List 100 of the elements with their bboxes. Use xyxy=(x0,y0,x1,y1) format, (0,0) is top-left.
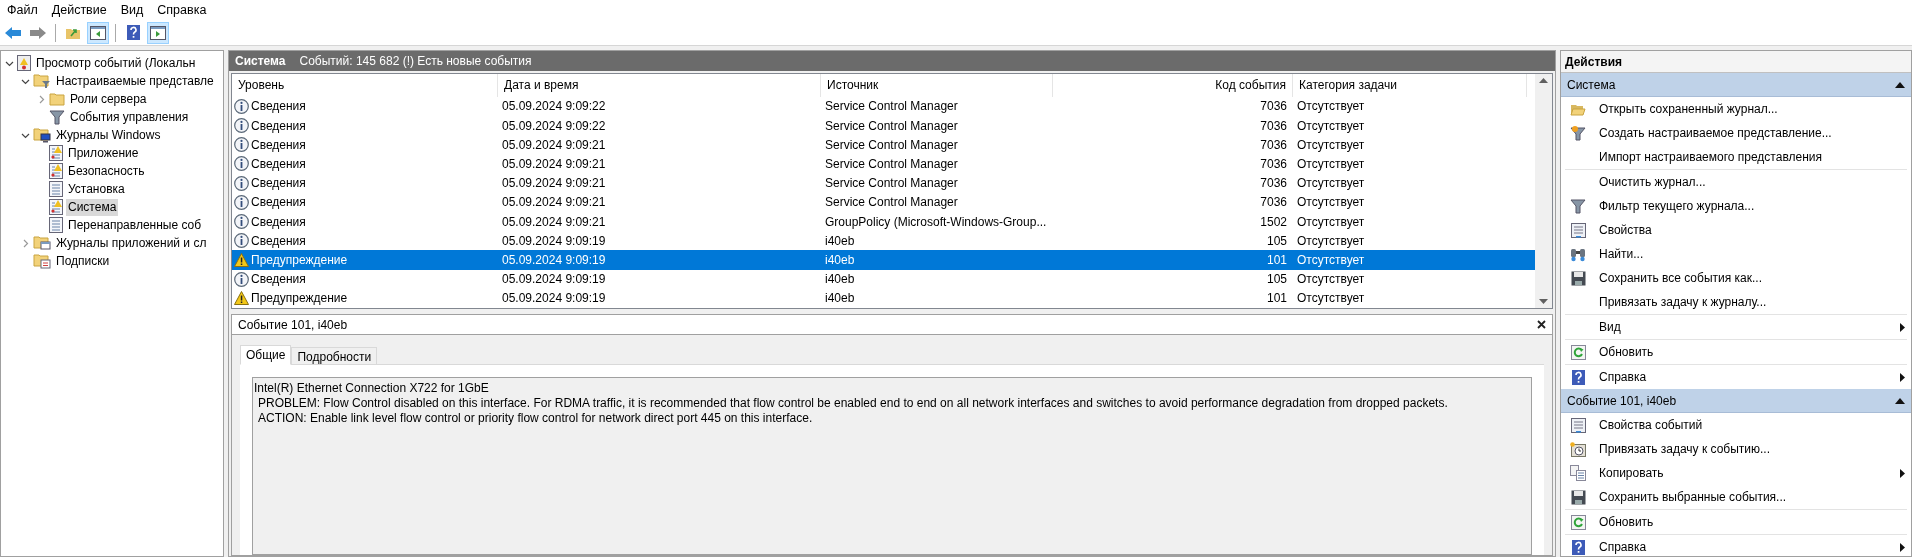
collapse-caret-icon[interactable] xyxy=(1895,397,1905,404)
action-item[interactable]: Обновить xyxy=(1565,510,1907,534)
table-cell-text: Отсутствует xyxy=(1297,252,1365,269)
table-cell-text: Отсутствует xyxy=(1297,290,1365,308)
action-item[interactable]: Сохранить все события как... xyxy=(1565,266,1907,290)
table-cell-text: i40eb xyxy=(825,271,855,289)
action-item[interactable]: Свойства событий xyxy=(1565,413,1907,437)
table-row[interactable]: Сведения 05.09.2024 9:09:21 Service Control Manager 7036 Отсутствует xyxy=(232,135,1535,155)
binoculars-icon xyxy=(1570,246,1586,262)
action-item[interactable]: Привязать задачу к журналу... xyxy=(1565,290,1907,314)
action-item[interactable]: Вид xyxy=(1565,315,1907,339)
folder-computer-icon xyxy=(33,127,51,143)
scroll-down-icon[interactable] xyxy=(1539,299,1548,305)
action-item[interactable]: Открыть сохраненный журнал... xyxy=(1565,97,1907,121)
tree-item[interactable]: Настраиваемые представле xyxy=(54,72,216,90)
table-row[interactable]: Сведения 05.09.2024 9:09:22 Service Control Manager 7036 Отсутствует xyxy=(232,116,1535,136)
menu-item[interactable]: Файл xyxy=(1,0,44,20)
column-header[interactable]: Источник xyxy=(821,74,1053,97)
column-header[interactable]: Категория задачи xyxy=(1293,74,1527,97)
tree-item[interactable]: Журналы приложений и сл xyxy=(54,234,209,252)
scroll-up-icon[interactable] xyxy=(1539,77,1548,83)
menu-item[interactable]: Действие xyxy=(45,0,113,20)
close-icon[interactable] xyxy=(1537,320,1546,329)
menu-item[interactable]: Вид xyxy=(114,0,150,20)
table-cell-text: 7036 xyxy=(1260,156,1287,173)
pane-toggle-icon xyxy=(150,25,166,40)
table-cell-text: Отсутствует xyxy=(1297,194,1365,212)
action-item[interactable]: Справка xyxy=(1565,365,1907,389)
table-cell-text: 05.09.2024 9:09:22 xyxy=(502,117,606,135)
table-cell-text: 05.09.2024 9:09:19 xyxy=(502,252,606,269)
tree-item[interactable]: Приложение xyxy=(66,144,141,162)
table-cell-text: 05.09.2024 9:09:22 xyxy=(502,98,606,116)
table-cell-text: 05.09.2024 9:09:21 xyxy=(502,156,606,173)
refresh-icon xyxy=(1570,344,1586,360)
table-cell-text: 05.09.2024 9:09:19 xyxy=(502,290,606,308)
table-row[interactable]: Сведения 05.09.2024 9:09:19 i40eb 105 Отсутствует xyxy=(232,269,1535,289)
table-row[interactable]: Сведения 05.09.2024 9:09:21 Service Control Manager 7036 Отсутствует xyxy=(232,173,1535,193)
menu-item[interactable]: Справка xyxy=(151,0,213,20)
description-line: ACTION: Enable link level flow control or priority flow control for network direct port 445 on this interface. xyxy=(257,411,814,426)
action-item[interactable]: Очистить журнал... xyxy=(1565,170,1907,194)
toolbar-button[interactable] xyxy=(87,21,109,44)
tree-item[interactable]: Роли сервера xyxy=(68,90,149,108)
group-title: Событие 101, i40eb xyxy=(1567,392,1677,410)
tab[interactable]: Общие xyxy=(240,345,292,365)
table-cell-text: Сведения xyxy=(251,117,306,135)
log-warning-icon xyxy=(49,163,63,179)
event-count: Событий: 145 682 (!) Есть новые события xyxy=(299,53,532,70)
collapse-caret-icon[interactable] xyxy=(1895,81,1905,88)
table-cell-text: 05.09.2024 9:09:21 xyxy=(502,194,606,212)
table-cell-text: 105 xyxy=(1266,271,1287,289)
table-row[interactable]: Сведения 05.09.2024 9:09:21 Service Control Manager 7036 Отсутствует xyxy=(232,154,1535,174)
action-item[interactable]: Привязать задачу к событию... xyxy=(1565,437,1907,461)
tree-item[interactable]: Журналы Windows xyxy=(54,126,163,144)
tree-item[interactable]: Перенаправленные соб xyxy=(66,216,204,234)
table-cell-text: Сведения xyxy=(251,156,306,173)
table-cell-text: Service Control Manager xyxy=(825,98,958,116)
table-cell-text: 7036 xyxy=(1260,136,1287,154)
table-cell-text: Service Control Manager xyxy=(825,136,958,154)
tree-item[interactable]: Безопасность xyxy=(66,162,147,180)
table-row[interactable]: Сведения 05.09.2024 9:09:19 i40eb 105 Отсутствует xyxy=(232,231,1535,251)
info-icon xyxy=(234,137,249,153)
tree-item[interactable]: События управления xyxy=(68,108,191,126)
action-item[interactable]: Сохранить выбранные события... xyxy=(1565,485,1907,509)
table-cell-text: Отсутствует xyxy=(1297,232,1365,250)
tree-item[interactable]: Установка xyxy=(66,180,127,198)
info-icon xyxy=(234,118,249,134)
action-item[interactable]: Свойства xyxy=(1565,218,1907,242)
table-row[interactable]: Сведения 05.09.2024 9:09:21 Service Control Manager 7036 Отсутствует xyxy=(232,192,1535,212)
warning-icon xyxy=(234,253,249,267)
action-item[interactable]: Фильтр текущего журнала... xyxy=(1565,194,1907,218)
scrollbar[interactable] xyxy=(1535,74,1552,308)
table-cell-text: Сведения xyxy=(251,98,306,116)
action-item[interactable]: Найти... xyxy=(1565,242,1907,266)
toolbar-button[interactable] xyxy=(147,21,169,44)
action-item[interactable]: Копировать xyxy=(1565,461,1907,485)
group-title: Система xyxy=(1567,76,1616,94)
action-item[interactable]: Обновить xyxy=(1565,340,1907,364)
folder-filter-icon xyxy=(33,73,51,89)
back-arrow-icon xyxy=(4,25,22,40)
tree-item[interactable]: Подписки xyxy=(54,252,112,270)
tree-item[interactable]: Просмотр событий (Локальн xyxy=(34,54,198,72)
column-header[interactable]: Уровень xyxy=(232,74,498,97)
table-cell-text: Сведения xyxy=(251,271,306,289)
table-row[interactable]: Сведения 05.09.2024 9:09:22 Service Control Manager 7036 Отсутствует xyxy=(232,96,1535,116)
action-item[interactable]: Справка xyxy=(1565,535,1907,556)
tree-item[interactable]: Система xyxy=(66,198,119,216)
tab[interactable]: Подробности xyxy=(291,347,378,365)
table-row[interactable]: Сведения 05.09.2024 9:09:21 GroupPolicy (Microsoft-Windows-Group... 1502 Отсутствует xyxy=(232,212,1535,232)
action-item[interactable]: Импорт настраиваемого представления xyxy=(1565,145,1907,169)
column-header[interactable]: Дата и время xyxy=(498,74,821,97)
table-row[interactable]: Предупреждение 05.09.2024 9:09:19 i40eb 101 Отсутствует xyxy=(232,250,1535,270)
action-group-header[interactable]: Событие 101, i40eb xyxy=(1561,389,1911,413)
table-cell-text: Service Control Manager xyxy=(825,194,958,212)
column-header[interactable]: Код события xyxy=(1053,74,1293,97)
table-row[interactable]: Предупреждение 05.09.2024 9:09:19 i40eb 101 Отсутствует xyxy=(232,288,1535,308)
action-item[interactable]: Создать настраиваемое представление... xyxy=(1565,121,1907,145)
action-group-header[interactable]: Система xyxy=(1561,73,1911,97)
table-cell-text: 101 xyxy=(1266,252,1287,269)
help-icon xyxy=(1571,369,1585,385)
table-cell-text: Предупреждение xyxy=(251,290,348,308)
